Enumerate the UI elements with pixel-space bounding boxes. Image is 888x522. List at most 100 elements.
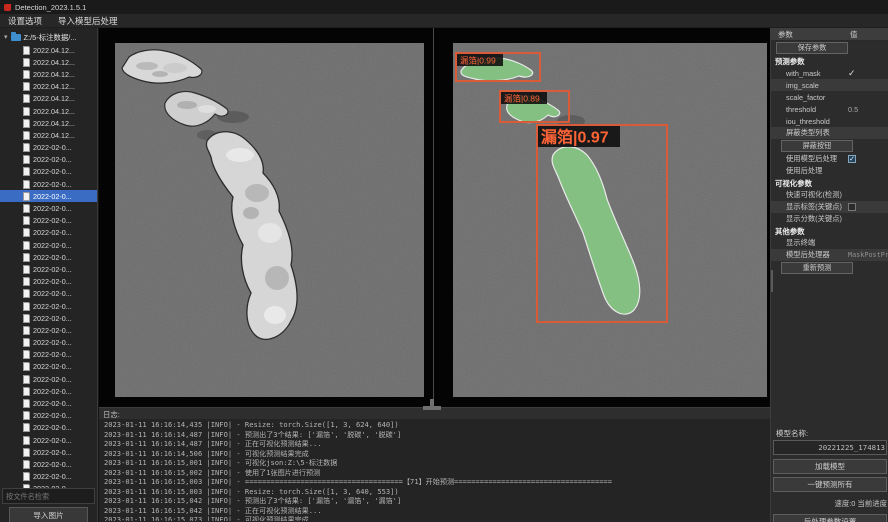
mask-button[interactable]: 屏蔽按钮 xyxy=(781,140,853,152)
tree-item[interactable]: 2022-02-0... xyxy=(0,434,97,446)
log-line: 2023-01-11 16:16:14,487 |INFO| - 正在可视化预测… xyxy=(104,439,765,449)
tree-item[interactable]: 2022-02-0... xyxy=(0,361,97,373)
tree-item[interactable]: 2022-02-0... xyxy=(0,349,97,361)
param-row[interactable]: 屏蔽类型列表 xyxy=(771,127,888,139)
tree-item[interactable]: 2022-02-0... xyxy=(0,446,97,458)
tree-item-label: 2022.04.12... xyxy=(33,119,75,128)
tree-item[interactable]: 2022-02-0... xyxy=(0,397,97,409)
checkbox-checked[interactable]: ✓ xyxy=(848,155,856,163)
file-tree-items: 2022.04.12...2022.04.12...2022.04.12...2… xyxy=(0,44,97,488)
param-row[interactable]: 模型后处理器MaskPostPro xyxy=(771,249,888,261)
param-row[interactable]: 使用模型后处理✓ xyxy=(771,153,888,165)
tree-item[interactable]: 2022-02-0... xyxy=(0,154,97,166)
original-image[interactable] xyxy=(115,43,424,397)
filename-search-input[interactable] xyxy=(2,488,95,504)
log-lines[interactable]: 2023-01-11 16:16:14,435 |INFO| - Resize:… xyxy=(99,419,770,521)
param-row[interactable]: img_scale xyxy=(771,79,888,91)
tree-item-label: 2022-02-0... xyxy=(33,448,72,457)
param-row[interactable]: 显示标签(关键点) xyxy=(771,201,888,213)
model-name-field[interactable]: 20221225_174813 xyxy=(773,440,887,455)
tree-root[interactable]: ▾ Z:/5-标注数据/... xyxy=(0,31,97,44)
tree-item-label: 2022-02-0... xyxy=(33,314,72,323)
import-images-button[interactable]: 导入图片 xyxy=(9,507,88,522)
tree-item[interactable]: 2022-02-0... xyxy=(0,215,97,227)
prediction-image[interactable]: 漏箔|0.99 漏箔|0.89 漏箔|0.97 xyxy=(453,43,767,397)
tree-item[interactable]: 2022-02-0... xyxy=(0,324,97,336)
tree-item[interactable]: 2022-02-0... xyxy=(0,300,97,312)
tree-item-label: 2022-02-0... xyxy=(33,289,72,298)
param-row[interactable]: 使用后处理 xyxy=(771,165,888,177)
tree-item[interactable]: 2022.04.12... xyxy=(0,44,97,56)
tree-item[interactable]: 2022.04.12... xyxy=(0,56,97,68)
menu-settings[interactable]: 设置选项 xyxy=(8,15,42,27)
param-table-header: 参数 值 xyxy=(771,28,888,41)
tree-item[interactable]: 2022-02-0... xyxy=(0,385,97,397)
postprocess-params-button[interactable]: 后处理参数设置 xyxy=(773,514,887,522)
tree-item-label: 2022-02-0... xyxy=(33,326,72,335)
param-row[interactable]: iou_threshold xyxy=(771,115,888,127)
tree-item[interactable]: 2022.04.12... xyxy=(0,68,97,80)
tree-item[interactable]: 2022.04.12... xyxy=(0,81,97,93)
file-icon xyxy=(23,204,30,213)
tree-item[interactable]: 2022-02-0... xyxy=(0,276,97,288)
param-row[interactable]: 快速可视化(检测) xyxy=(771,189,888,201)
tree-item[interactable]: 2022-02-0... xyxy=(0,190,97,202)
log-line: 2023-01-11 16:16:14,506 |INFO| - 可视化预测结果… xyxy=(104,449,765,459)
predict-all-button[interactable]: 一键预测所有 xyxy=(773,477,887,492)
param-row[interactable]: threshold0.5 xyxy=(771,103,888,115)
tree-item-label: 2022-02-0... xyxy=(33,460,72,469)
label-detection-3: 漏箔|0.97 xyxy=(541,128,609,147)
tree-item-label: 2022-02-0... xyxy=(33,277,72,286)
tree-item[interactable]: 2022.04.12... xyxy=(0,117,97,129)
tree-item[interactable]: 2022-02-0... xyxy=(0,458,97,470)
caret-down-icon[interactable]: ▾ xyxy=(4,34,8,41)
viewer-splitter[interactable] xyxy=(433,28,434,407)
tree-item[interactable]: 2022-02-0... xyxy=(0,373,97,385)
tree-item[interactable]: 2022-02-0... xyxy=(0,178,97,190)
panel-scrollbar-thumb[interactable] xyxy=(771,270,773,292)
tree-item[interactable]: 2022-02-0... xyxy=(0,337,97,349)
tree-item[interactable]: 2022-02-0... xyxy=(0,471,97,483)
file-icon xyxy=(23,423,30,432)
param-row[interactable]: with_mask✓ xyxy=(771,67,888,79)
file-sidebar: ▾ Z:/5-标注数据/... 2022.04.12...2022.04.12.… xyxy=(0,28,98,522)
re-predict-button[interactable]: 重新预测 xyxy=(781,262,853,274)
splitter-handle-base[interactable] xyxy=(423,406,441,410)
file-icon xyxy=(23,216,30,225)
tree-item[interactable]: 2022.04.12... xyxy=(0,93,97,105)
tree-item[interactable]: 2022-02-0... xyxy=(0,312,97,324)
tree-item[interactable]: 2022-02-0... xyxy=(0,251,97,263)
checkbox-unchecked[interactable] xyxy=(848,203,856,211)
tree-item[interactable]: 2022-02-0... xyxy=(0,166,97,178)
tree-item-label: 2022-02-0... xyxy=(33,411,72,420)
tree-item[interactable]: 2022-02-0... xyxy=(0,410,97,422)
param-row[interactable]: 显示分数(关键点) xyxy=(771,213,888,225)
param-value xyxy=(848,203,888,211)
param-label: 显示终端 xyxy=(786,238,848,248)
param-label: threshold xyxy=(786,105,848,114)
log-line: 2023-01-11 16:16:15,003 |INFO| - Resize:… xyxy=(104,487,765,497)
parameter-panel: 参数 值 保存参数预测参数with_mask✓img_scalescale_fa… xyxy=(770,28,888,522)
tree-item[interactable]: 2022-02-0... xyxy=(0,142,97,154)
tree-item[interactable]: 2022-02-0... xyxy=(0,263,97,275)
menu-import-postprocess[interactable]: 导入模型后处理 xyxy=(58,15,118,27)
file-icon xyxy=(23,314,30,323)
param-button-row: 保存参数 xyxy=(771,41,888,55)
log-line: 2023-01-11 16:16:15,073 |INFO| - 可视化预测结果… xyxy=(104,515,765,521)
param-row[interactable]: scale_factor xyxy=(771,91,888,103)
tree-item[interactable]: 2022.04.12... xyxy=(0,105,97,117)
save-params-button[interactable]: 保存参数 xyxy=(776,42,848,54)
param-rows: 保存参数预测参数with_mask✓img_scalescale_factort… xyxy=(771,41,888,275)
tree-item[interactable]: 2022-02-0... xyxy=(0,239,97,251)
param-label: with_mask xyxy=(786,69,848,78)
file-icon xyxy=(23,460,30,469)
tree-item[interactable]: 2022-02-0... xyxy=(0,288,97,300)
value-column-header: 值 xyxy=(850,29,888,40)
tree-item[interactable]: 2022-02-0... xyxy=(0,202,97,214)
load-model-button[interactable]: 加载模型 xyxy=(773,459,887,474)
param-row[interactable]: 显示终端 xyxy=(771,237,888,249)
tree-item[interactable]: 2022.04.12... xyxy=(0,129,97,141)
file-icon xyxy=(23,46,30,55)
tree-item[interactable]: 2022-02-0... xyxy=(0,422,97,434)
tree-item[interactable]: 2022-02-0... xyxy=(0,227,97,239)
